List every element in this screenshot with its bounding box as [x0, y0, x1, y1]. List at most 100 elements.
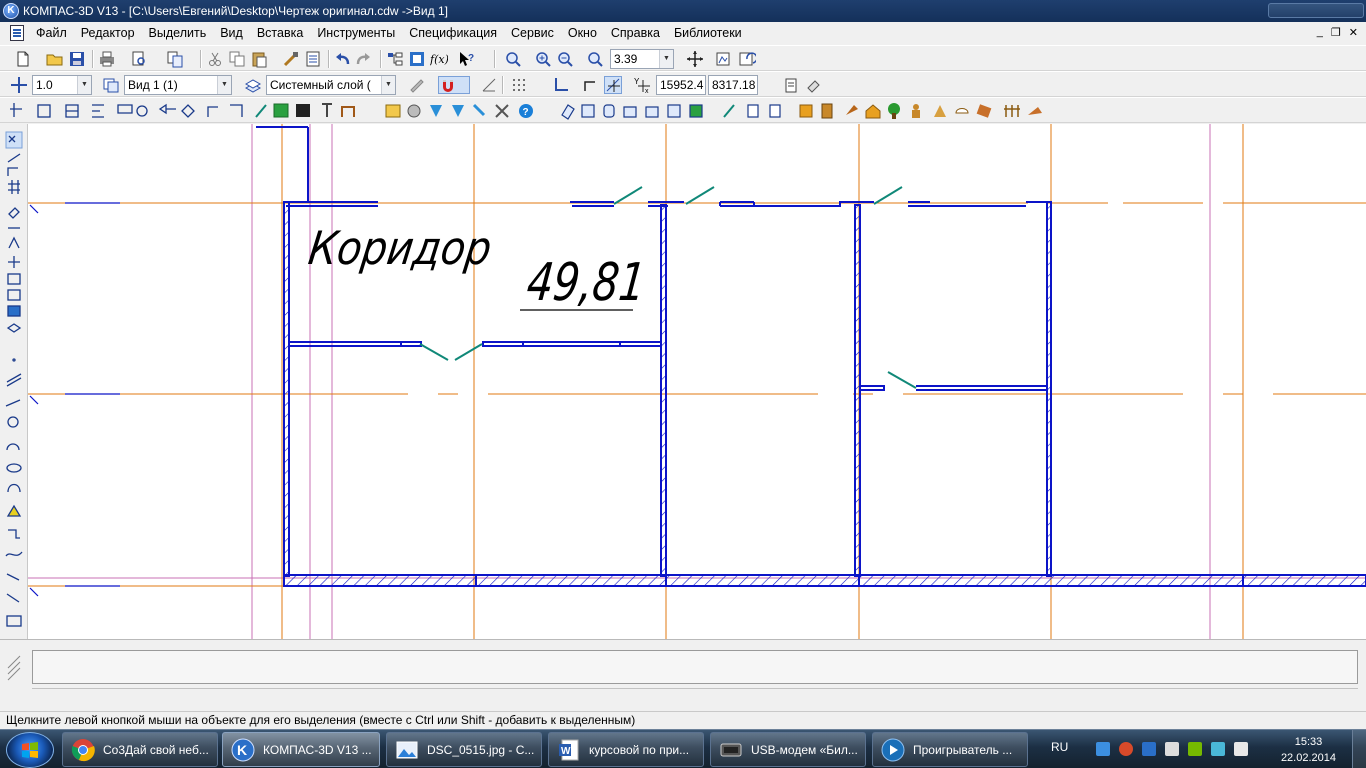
print-preview-icon[interactable]: [130, 50, 148, 68]
show-all-icon[interactable]: [714, 50, 732, 68]
snap-magnet-button[interactable]: [438, 76, 470, 94]
manager-tree-icon[interactable]: [386, 50, 404, 68]
removable-device-icon[interactable]: [1165, 742, 1179, 756]
menu-view[interactable]: Вид: [214, 22, 249, 44]
ortho-draw-icon[interactable]: [582, 76, 600, 94]
current-view-field[interactable]: Вид 1 (1) ▼: [124, 75, 232, 95]
menu-select[interactable]: Выделить: [143, 22, 213, 44]
menu-specification[interactable]: Спецификация: [403, 22, 503, 44]
left-tool-icons[interactable]: [0, 124, 28, 639]
coord-x-field[interactable]: 15952.4: [656, 75, 706, 95]
eraser-icon[interactable]: [804, 76, 822, 94]
paste-icon[interactable]: [250, 50, 268, 68]
cursor-step-field[interactable]: 1.0 ▼: [32, 75, 92, 95]
undo-icon[interactable]: [334, 50, 352, 68]
chevron-down-icon[interactable]: ▼: [381, 76, 395, 94]
variables-fx-icon[interactable]: f(x): [430, 50, 448, 68]
svg-text:W: W: [561, 746, 571, 757]
task-word[interactable]: W курсовой по при...: [548, 732, 704, 767]
print-icon[interactable]: [98, 50, 116, 68]
zoom-out-icon[interactable]: [556, 50, 574, 68]
modem-icon: [720, 743, 742, 757]
task-image-viewer[interactable]: DSC_0515.jpg - С...: [386, 732, 542, 767]
start-button[interactable]: [6, 732, 54, 768]
connection-icon[interactable]: [1211, 742, 1225, 756]
pan-move-icon[interactable]: [686, 50, 704, 68]
save-icon[interactable]: [68, 50, 86, 68]
property-panel[interactable]: [32, 650, 1358, 684]
windows-flag-icon: [22, 742, 38, 758]
coord-y-value: 8317.18: [712, 78, 756, 92]
clock[interactable]: 15:33 22.02.2014: [1281, 734, 1336, 766]
ortho-mode-icon[interactable]: [480, 76, 498, 94]
copy-icon[interactable]: [228, 50, 246, 68]
status-hint: Щелкните левой кнопкой мыши на объекте д…: [6, 713, 636, 727]
document-manager-icon[interactable]: [166, 50, 184, 68]
cursor-step-icon[interactable]: [10, 76, 28, 94]
menu-file[interactable]: Файл: [30, 22, 73, 44]
zoom-scale-field[interactable]: 3.39 ▼: [610, 49, 674, 69]
new-document-icon[interactable]: [14, 50, 32, 68]
document-props-icon[interactable]: [782, 76, 800, 94]
menu-service[interactable]: Сервис: [505, 22, 560, 44]
panel-grip-icon[interactable]: [4, 650, 24, 684]
doc-close-icon[interactable]: ✕: [1349, 26, 1358, 39]
zoom-in-icon[interactable]: [534, 50, 552, 68]
menu-tools[interactable]: Инструменты: [311, 22, 401, 44]
task-kompas[interactable]: K КОМПАС-3D V13 ...: [222, 732, 380, 767]
help-pointer-icon[interactable]: ?: [458, 50, 476, 68]
document-window-controls: _ ❐ ✕: [1317, 26, 1358, 39]
format-brush-icon[interactable]: [282, 50, 300, 68]
chevron-down-icon[interactable]: ▼: [217, 76, 231, 94]
chevron-down-icon[interactable]: ▼: [77, 76, 91, 94]
nvidia-icon[interactable]: [1188, 742, 1202, 756]
language-indicator[interactable]: RU: [1051, 740, 1068, 754]
menu-insert[interactable]: Вставка: [251, 22, 309, 44]
open-folder-icon[interactable]: [46, 50, 64, 68]
show-desktop-button[interactable]: [1352, 730, 1366, 768]
chrome-icon: [71, 739, 95, 762]
round-coords-icon[interactable]: [604, 76, 622, 94]
task-media-player[interactable]: Проигрыватель ...: [872, 732, 1028, 767]
redo-icon[interactable]: [354, 50, 372, 68]
windows-taskbar: Со3Дай свой неб... K КОМПАС-3D V13 ... D…: [0, 729, 1366, 768]
chevron-down-icon[interactable]: ▼: [659, 50, 673, 68]
view-state-icon[interactable]: [102, 76, 120, 94]
floor-plan-drawing[interactable]: Коридор 49,81: [28, 124, 1366, 639]
zoom-window-icon[interactable]: [504, 50, 522, 68]
network-icon[interactable]: [1096, 742, 1110, 756]
refresh-view-icon[interactable]: [738, 50, 756, 68]
document-icon[interactable]: [10, 25, 24, 41]
cut-icon[interactable]: [206, 50, 224, 68]
antivirus-icon[interactable]: [1119, 742, 1133, 756]
drawing-canvas[interactable]: Коридор 49,81: [28, 124, 1366, 639]
current-layer-field[interactable]: Системный слой ( ▼: [266, 75, 396, 95]
coord-y-field[interactable]: 8317.18: [708, 75, 758, 95]
parameterize-icon[interactable]: [408, 76, 426, 94]
task-usb-modem[interactable]: USB-модем «Бил...: [710, 732, 866, 767]
task-label: Со3Дай свой неб...: [103, 743, 209, 757]
zoom-scale-icon[interactable]: [586, 50, 604, 68]
layer-state-icon[interactable]: [244, 76, 262, 94]
room-name-label[interactable]: Коридор: [305, 221, 495, 275]
library-manager-icon[interactable]: [408, 50, 426, 68]
volume-icon[interactable]: [1234, 742, 1248, 756]
local-cs-icon[interactable]: [552, 76, 570, 94]
tool-icons-strip[interactable]: ?: [6, 99, 1166, 123]
grid-axes: [28, 124, 1366, 639]
menu-editor[interactable]: Редактор: [75, 22, 141, 44]
doc-minimize-icon[interactable]: _: [1317, 26, 1323, 39]
vk-icon[interactable]: [1142, 742, 1156, 756]
window-controls[interactable]: [1268, 3, 1364, 18]
menu-window[interactable]: Окно: [562, 22, 603, 44]
doc-restore-icon[interactable]: ❐: [1331, 26, 1341, 39]
kompas-app-icon[interactable]: K: [3, 3, 19, 19]
menu-help[interactable]: Справка: [605, 22, 666, 44]
properties-icon[interactable]: [304, 50, 322, 68]
task-chrome[interactable]: Со3Дай свой неб...: [62, 732, 218, 767]
room-area-label[interactable]: 49,81: [524, 253, 648, 313]
coord-xy-icon[interactable]: Yx: [634, 76, 652, 94]
grid-icon[interactable]: [510, 76, 528, 94]
menu-libraries[interactable]: Библиотеки: [668, 22, 748, 44]
property-panel-area: [0, 639, 1366, 711]
